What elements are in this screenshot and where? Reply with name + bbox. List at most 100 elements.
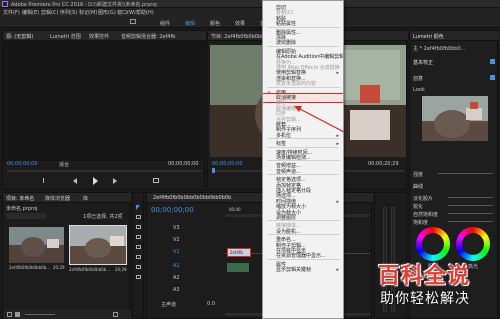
shadow-color-wheel[interactable]	[416, 227, 450, 261]
project-search-input[interactable]	[6, 213, 46, 219]
menu-sequence[interactable]: 序列(S)	[60, 9, 77, 16]
type-tool-icon[interactable]	[136, 275, 141, 279]
menu-marker[interactable]: 标记(M)	[79, 9, 97, 16]
hand-tool-icon[interactable]	[136, 265, 141, 269]
lumetri-clip-select[interactable]: 主 * 2ef4fb0fb0bb0...	[413, 45, 465, 52]
menu-clip[interactable]: 剪辑(C)	[41, 9, 58, 16]
highlight-color-wheel[interactable]	[456, 227, 490, 261]
vibrance-slider[interactable]	[448, 213, 493, 214]
track-a1[interactable]: A1	[173, 263, 180, 269]
tab-source[interactable]: 源: (无剪辑)	[6, 33, 33, 40]
new-item-icon[interactable]	[113, 312, 118, 317]
workspace-tab-assembly[interactable]: 组件	[160, 20, 170, 27]
menu-edit[interactable]: 编辑(E)	[22, 9, 39, 16]
home-icon[interactable]	[130, 19, 136, 24]
menu-file[interactable]: 文件(F)	[3, 9, 20, 16]
project-clip-duration-2: 20;29	[115, 267, 127, 272]
lumetri-look-preview[interactable]	[422, 96, 488, 141]
source-scrubber[interactable]	[7, 170, 202, 172]
step-back-icon[interactable]	[73, 178, 77, 184]
lumetri-title[interactable]: Lumetri 颜色	[413, 33, 444, 40]
lumetri-basic-checkbox[interactable]	[490, 59, 495, 64]
project-tabs: 项目: 未命名 媒体浏览器 库	[3, 193, 131, 203]
play-icon[interactable]	[93, 177, 98, 185]
tab-libraries[interactable]: 库	[83, 195, 88, 202]
lumetri-creative-section[interactable]: 创意	[413, 75, 423, 82]
tab-lumetri-scopes[interactable]: Lumetri 范围	[50, 33, 81, 40]
source-fit-select[interactable]: 适合	[59, 161, 69, 168]
track-select-tool-icon[interactable]	[136, 215, 141, 219]
project-clip-name-1: 2ef4fb0fb0b0bb0b...	[9, 265, 51, 270]
project-bottom-bar	[3, 310, 131, 319]
timeline-timecode[interactable]: 00;00;00;00	[151, 206, 194, 214]
timeline-audio-clip[interactable]	[227, 263, 249, 272]
ripple-edit-tool-icon[interactable]	[136, 225, 141, 229]
track-headers: V3 V2 V1 A1 A2 A3 主声道 0.0	[147, 223, 225, 308]
project-clip-name-2: 2ef4fb0fb0b0bb0b...	[69, 267, 111, 272]
lumetri-basic-section[interactable]: 基本校正	[413, 59, 433, 66]
track-a3[interactable]: A3	[173, 287, 180, 293]
menu-separator	[267, 26, 339, 28]
menu-bar: 文件(F) 编辑(E) 剪辑(C) 序列(S) 标记(M) 图形(G) 窗口(W…	[0, 8, 500, 16]
menu-separator	[267, 86, 339, 88]
menu-separator	[267, 174, 339, 176]
icon-view-icon[interactable]	[15, 312, 20, 317]
list-view-icon[interactable]	[7, 312, 12, 317]
lumetri-slider-intensity: 强度	[413, 172, 424, 178]
timeline-video-clip[interactable]: 2ef4fb	[227, 248, 251, 257]
tab-media-browser[interactable]: 媒体浏览器	[45, 195, 70, 202]
workspace-tab-color[interactable]: 颜色	[210, 20, 220, 27]
saturation-slider[interactable]	[448, 221, 493, 222]
intensity-slider[interactable]	[438, 173, 493, 174]
workspace-tab-effects[interactable]: 效果	[235, 20, 245, 27]
pen-tool-icon[interactable]	[136, 255, 141, 259]
menu-separator	[267, 160, 339, 162]
menu-separator	[267, 234, 339, 236]
track-v1[interactable]: V1	[173, 249, 180, 255]
shadow-wheel-center	[422, 233, 444, 255]
project-panel: 项目: 未命名 媒体浏览器 库 未命名.prproj 1项已选择, 共2项 2e…	[2, 192, 131, 319]
faded-slider[interactable]	[448, 197, 493, 198]
source-timecode-right: 00;00;00;00	[168, 161, 199, 167]
slip-tool-icon[interactable]	[136, 245, 141, 249]
source-tabs: 源: (无剪辑) Lumetri 范围 效果控件 音频剪辑混合器: 2ef4fb	[3, 31, 206, 41]
razor-tool-icon[interactable]	[136, 235, 141, 239]
program-playhead-icon[interactable]	[212, 168, 215, 173]
app-logo-icon	[2, 1, 8, 7]
step-forward-icon[interactable]	[113, 178, 117, 184]
source-panel: 源: (无剪辑) Lumetri 范围 效果控件 音频剪辑混合器: 2ef4fb…	[2, 30, 206, 190]
zoom-slider[interactable]	[25, 314, 55, 315]
lumetri-curves-section[interactable]: 曲线	[413, 183, 423, 190]
track-v2[interactable]: V2	[173, 237, 180, 243]
menu-separator	[267, 45, 339, 47]
tab-effect-controls[interactable]: 效果控件	[89, 33, 109, 40]
context-menu-item-label: 显示剪辑关键帧	[276, 267, 312, 274]
project-clip-thumb-2[interactable]	[69, 225, 127, 265]
program-timecode-left[interactable]: 00;00;00;00	[212, 161, 243, 167]
menu-separator	[267, 258, 339, 260]
timeline-clip-label: 2ef4fb	[230, 250, 243, 255]
lumetri-slider-saturation: 饱和度	[413, 220, 429, 226]
track-a2[interactable]: A2	[173, 275, 180, 281]
lumetri-slider-vibrance: 自然饱和度	[413, 212, 439, 218]
clip-thumb-2-image	[70, 226, 126, 264]
tab-project[interactable]: 项目: 未命名	[6, 195, 34, 202]
camera-icon[interactable]	[153, 178, 159, 183]
master-value[interactable]: 0.0	[207, 301, 215, 307]
project-clip-thumb-1[interactable]	[9, 227, 64, 263]
context-menu-item[interactable]: 显示剪辑关键帧 ▸	[263, 266, 343, 274]
track-v3[interactable]: V3	[173, 225, 180, 231]
source-transport	[43, 177, 173, 185]
tab-audio-mixer[interactable]: 音频剪辑混合器: 2ef4fb	[121, 33, 175, 40]
source-timecode-left[interactable]: 00;00;00;00	[7, 161, 38, 167]
selection-tool-icon[interactable]	[136, 205, 140, 210]
menu-window[interactable]: 窗口(W)	[117, 9, 136, 16]
lumetri-creative-checkbox[interactable]	[490, 75, 495, 80]
menu-help[interactable]: 帮助(H)	[136, 9, 154, 16]
menu-graphics[interactable]: 图形(G)	[98, 9, 116, 16]
workspace-tab-editing[interactable]: 编辑	[185, 20, 195, 27]
submenu-arrow-icon: ▸	[336, 267, 339, 274]
timeline-sequence-name[interactable]: 2ef4fb0fb0b0bb0b0bb0bb0b0b	[153, 195, 231, 201]
sharpen-slider[interactable]	[448, 205, 493, 206]
mark-in-icon[interactable]	[43, 178, 46, 183]
